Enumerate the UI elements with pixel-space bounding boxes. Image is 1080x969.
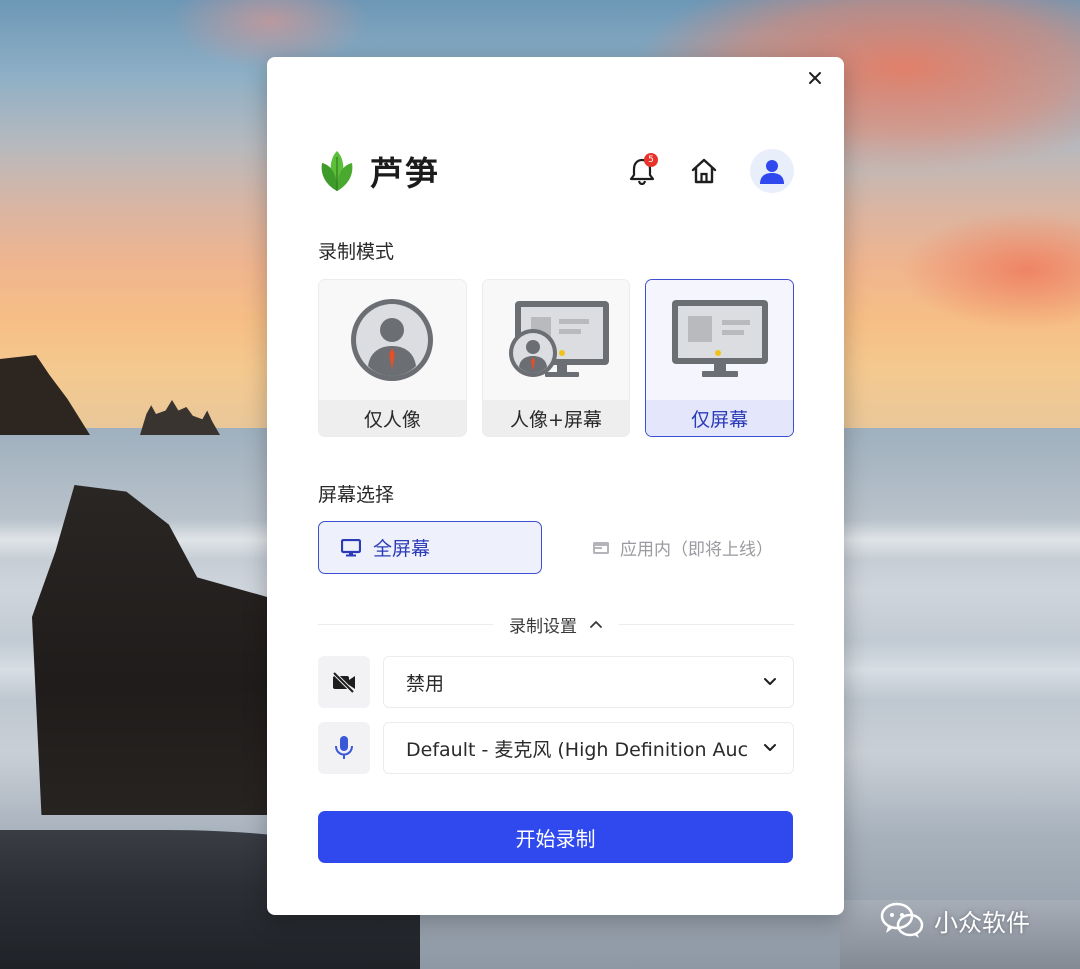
start-recording-button[interactable]: 开始录制 [318, 811, 793, 863]
close-button[interactable] [804, 67, 826, 89]
in-app-label: 应用内（即将上线） [620, 540, 773, 560]
microphone-icon [335, 736, 353, 759]
in-app-option: 应用内（即将上线） [592, 535, 773, 560]
wechat-icon [880, 900, 924, 940]
mode-option-label: 仅屏幕 [646, 400, 794, 436]
mode-option-person[interactable]: 仅人像 [318, 279, 467, 437]
screen-selection-title: 屏幕选择 [318, 484, 395, 506]
chevron-up-icon [590, 621, 602, 628]
user-account-button[interactable] [750, 149, 794, 193]
home-icon [691, 158, 717, 184]
recording-settings-title: 录制设置 [509, 616, 577, 637]
background-cloud [900, 210, 1080, 330]
recording-settings-divider: 录制设置 [318, 611, 794, 637]
window-icon [593, 541, 609, 554]
notification-badge: 5 [644, 153, 658, 167]
person-screen-icon [482, 280, 630, 400]
mode-option-label: 仅人像 [319, 400, 466, 436]
user-icon [760, 160, 784, 184]
camera-setting-row: 禁用 [318, 656, 794, 708]
microphone-select-value: Default - 麦克风 (High Definition Auc [406, 738, 749, 761]
monitor-icon [646, 280, 794, 400]
close-icon [809, 72, 821, 84]
camera-select-value: 禁用 [406, 672, 445, 695]
chevron-down-icon [764, 678, 776, 685]
camera-select[interactable]: 禁用 [383, 656, 794, 708]
notifications-button[interactable]: 5 [626, 153, 658, 187]
app-name: 芦笋 [370, 154, 440, 193]
home-button[interactable] [688, 155, 720, 187]
recorder-dialog: 芦笋 5 录制模式 仅人像 人像+屏幕 仅屏幕 屏幕选择 全屏幕 应用内（即将上… [267, 57, 844, 915]
camera-off-icon [332, 671, 355, 693]
brand: 芦笋 [318, 147, 440, 195]
leaf-logo-icon [318, 147, 356, 195]
camera-toggle[interactable] [318, 656, 370, 708]
mode-option-person-screen[interactable]: 人像+屏幕 [481, 279, 631, 437]
monitor-small-icon [341, 538, 361, 556]
chevron-down-icon [764, 744, 776, 751]
screen-selection-options: 全屏幕 应用内（即将上线） [318, 521, 794, 574]
header: 芦笋 5 [318, 145, 794, 197]
watermark: 小众软件 [880, 895, 1030, 945]
mode-option-screen[interactable]: 仅屏幕 [645, 279, 795, 437]
header-actions: 5 [626, 149, 794, 193]
divider-line [619, 623, 794, 625]
full-screen-option[interactable]: 全屏幕 [318, 521, 542, 574]
recording-mode-title: 录制模式 [318, 241, 395, 263]
microphone-toggle[interactable] [318, 722, 370, 774]
divider-line [318, 623, 493, 625]
recording-settings-toggle[interactable]: 录制设置 [493, 612, 619, 637]
watermark-text: 小众软件 [934, 908, 1030, 937]
microphone-setting-row: Default - 麦克风 (High Definition Auc [318, 722, 794, 774]
mode-option-label: 人像+屏幕 [482, 400, 630, 436]
person-avatar-icon [319, 280, 466, 400]
recording-mode-options: 仅人像 人像+屏幕 仅屏幕 [318, 279, 795, 437]
microphone-select[interactable]: Default - 麦克风 (High Definition Auc [383, 722, 794, 774]
full-screen-label: 全屏幕 [373, 538, 431, 560]
